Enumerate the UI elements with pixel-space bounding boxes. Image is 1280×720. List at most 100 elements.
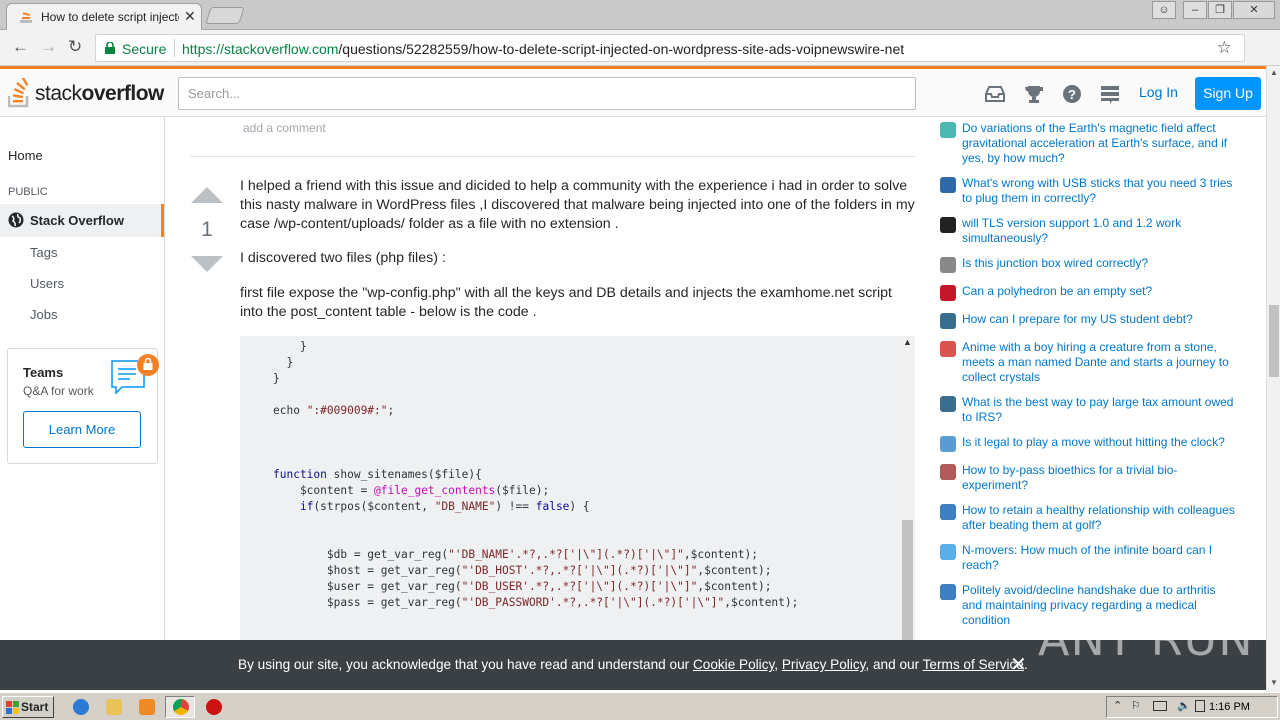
- url-text[interactable]: https://stackoverflow.com/questions/5228…: [182, 41, 904, 57]
- tray-flag-icon[interactable]: ⚐: [1131, 699, 1141, 712]
- hot-question-link[interactable]: will TLS version support 1.0 and 1.2 wor…: [962, 216, 1237, 246]
- alert-app-icon[interactable]: [206, 699, 222, 715]
- help-icon[interactable]: ?: [1061, 84, 1083, 104]
- close-window-button[interactable]: ✕: [1233, 1, 1275, 19]
- vote-count: 1: [201, 218, 213, 241]
- teams-subtitle: Q&A for work: [23, 384, 94, 398]
- achievements-trophy-icon[interactable]: [1023, 84, 1045, 104]
- terms-of-service-link[interactable]: Terms of Service: [923, 657, 1024, 672]
- site-icon: [940, 464, 956, 480]
- code-scroll-up-icon[interactable]: ▲: [903, 337, 912, 347]
- cookie-text: By using our site, you acknowledge that …: [238, 657, 693, 672]
- nav-tags[interactable]: Tags: [30, 245, 57, 260]
- taskbar-clock: 1:16 PM: [1209, 701, 1250, 713]
- forward-icon[interactable]: →: [40, 37, 57, 57]
- maximize-button[interactable]: ❐: [1208, 1, 1232, 19]
- new-tab-button[interactable]: [205, 7, 245, 24]
- cookie-message: By using our site, you acknowledge that …: [238, 657, 1028, 672]
- nav-users[interactable]: Users: [30, 276, 64, 291]
- stackoverflow-logo[interactable]: stackoverflow: [8, 78, 168, 108]
- tray-network-icon[interactable]: [1153, 701, 1167, 711]
- folder-icon[interactable]: [106, 699, 122, 715]
- nav-home[interactable]: Home: [8, 148, 43, 163]
- tray-arrow-icon[interactable]: ⌃: [1113, 699, 1122, 712]
- cookie-close-icon[interactable]: ✕: [1010, 652, 1027, 677]
- internet-explorer-icon[interactable]: [73, 699, 89, 715]
- main-content: add a comment 1 I helped a friend with t…: [190, 117, 916, 640]
- downvote-arrow-icon[interactable]: [191, 256, 223, 272]
- reload-icon[interactable]: ↻: [68, 37, 82, 57]
- hot-network-questions: Do variations of the Earth's magnetic fi…: [936, 117, 1266, 640]
- stackoverflow-favicon-icon: [20, 12, 32, 23]
- hot-question-link[interactable]: Do variations of the Earth's magnetic fi…: [962, 121, 1237, 166]
- hot-question-link[interactable]: How to by-pass bioethics for a trivial b…: [962, 463, 1237, 493]
- browser-toolbar: ← → ↻ Secure https://stackoverflow.com/q…: [0, 30, 1280, 92]
- hot-question-link[interactable]: N-movers: How much of the infinite board…: [962, 543, 1237, 573]
- page-scrollbar[interactable]: ▲ ▼: [1266, 66, 1280, 692]
- scroll-down-icon[interactable]: ▼: [1270, 678, 1278, 687]
- logo-text-plain: stack: [35, 82, 82, 105]
- nav-stackoverflow[interactable]: Stack Overflow: [0, 204, 164, 237]
- left-sidebar: Home PUBLIC Stack Overflow Tags Users Jo…: [0, 117, 165, 640]
- profile-icon[interactable]: ☺: [1152, 1, 1176, 19]
- search-input[interactable]: Search...: [178, 77, 916, 110]
- learn-more-button[interactable]: Learn More: [23, 411, 141, 448]
- minimize-button[interactable]: –: [1183, 1, 1207, 19]
- windows-logo-icon: [6, 701, 19, 714]
- scroll-up-icon[interactable]: ▲: [1270, 68, 1278, 77]
- cookie-text-and: , and our: [865, 657, 923, 672]
- tray-volume-icon[interactable]: 🔈: [1177, 699, 1191, 712]
- stackoverflow-logo-icon: [8, 78, 29, 108]
- upvote-arrow-icon[interactable]: [191, 187, 223, 203]
- site-icon: [940, 285, 956, 301]
- site-switcher-icon[interactable]: [1099, 84, 1121, 104]
- signup-button[interactable]: Sign Up: [1195, 77, 1261, 110]
- teams-chat-icon: [111, 354, 159, 395]
- hot-question-link[interactable]: Is it legal to play a move without hitti…: [962, 435, 1237, 450]
- code-block[interactable]: } } } echo ":#009009#:"; function show_s…: [240, 336, 915, 640]
- add-comment-link[interactable]: add a comment: [243, 121, 326, 135]
- address-bar[interactable]: Secure https://stackoverflow.com/questio…: [95, 34, 1245, 62]
- inbox-icon[interactable]: [984, 84, 1006, 104]
- answer-divider: [190, 156, 916, 157]
- page-scrollbar-thumb[interactable]: [1269, 305, 1279, 377]
- start-button[interactable]: Start: [2, 696, 54, 718]
- answer-paragraph-2: I discovered two files (php files) :: [240, 250, 446, 266]
- media-player-icon[interactable]: [139, 699, 155, 715]
- code-scrollbar[interactable]: ▲: [901, 336, 915, 640]
- browser-tab[interactable]: How to delete script injected on wordpre…: [6, 3, 202, 30]
- cookie-text-comma: ,: [774, 657, 782, 672]
- teams-promo: Teams Q&A for work Learn More: [7, 348, 159, 464]
- tab-close-icon[interactable]: ✕: [184, 8, 196, 25]
- answer-paragraph-3: first file expose the "wp-config.php" wi…: [240, 285, 892, 320]
- code-text: } } } echo ":#009009#:"; function show_s…: [273, 340, 799, 609]
- tray-device-icon[interactable]: [1195, 700, 1205, 712]
- nav-public-heading: PUBLIC: [8, 186, 48, 198]
- site-icon: [940, 341, 956, 357]
- hot-question-link[interactable]: Is this junction box wired correctly?: [962, 256, 1237, 271]
- site-header: stackoverflow Search... ? Log In Sign Up: [0, 66, 1266, 117]
- hot-question-link[interactable]: What's wrong with USB sticks that you ne…: [962, 176, 1237, 206]
- code-scrollbar-thumb[interactable]: [902, 520, 913, 640]
- hot-question-link[interactable]: What is the best way to pay large tax am…: [962, 395, 1237, 425]
- site-icon: [940, 257, 956, 273]
- privacy-policy-link[interactable]: Privacy Policy: [782, 657, 866, 672]
- globe-icon: [8, 212, 24, 228]
- hot-question-link[interactable]: How can I prepare for my US student debt…: [962, 312, 1237, 327]
- hot-question-link[interactable]: Can a polyhedron be an empty set?: [962, 284, 1237, 299]
- hot-question-link[interactable]: Anime with a boy hiring a creature from …: [962, 340, 1237, 385]
- chrome-taskbar-button[interactable]: [165, 696, 195, 718]
- nav-jobs[interactable]: Jobs: [30, 307, 57, 322]
- login-link[interactable]: Log In: [1139, 84, 1178, 100]
- cookie-policy-link[interactable]: Cookie Policy: [693, 657, 774, 672]
- logo-text-bold: overflow: [81, 82, 165, 105]
- bookmark-star-icon[interactable]: ☆: [1217, 38, 1232, 58]
- site-icon: [940, 544, 956, 560]
- teams-title: Teams: [23, 365, 64, 380]
- os-taskbar: Start ⌃ ⚐ 🔈 1:16 PM: [0, 692, 1280, 720]
- back-icon[interactable]: ←: [12, 37, 29, 57]
- site-icon: [940, 436, 956, 452]
- site-icon: [940, 584, 956, 600]
- svg-text:?: ?: [1068, 87, 1076, 102]
- hot-question-link[interactable]: How to retain a healthy relationship wit…: [962, 503, 1237, 533]
